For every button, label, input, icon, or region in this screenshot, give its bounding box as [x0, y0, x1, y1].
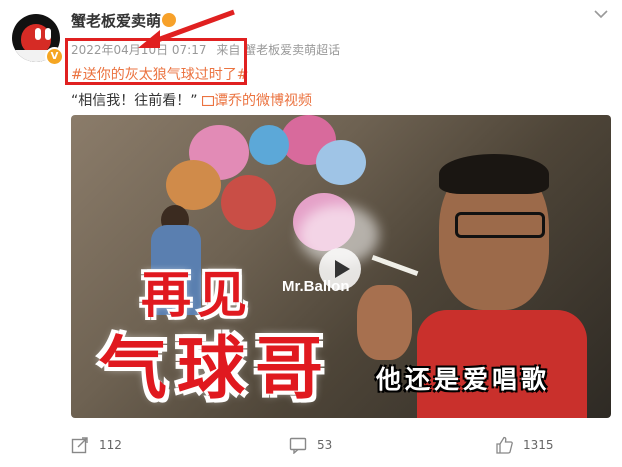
video-caption: 他还是爱唱歌 — [376, 365, 551, 394]
video-player[interactable]: 再见 气球哥 Mr.Ballon 他还是爱唱歌 — [71, 115, 611, 418]
hand — [357, 285, 412, 360]
repost-button[interactable]: 112 — [71, 436, 122, 454]
balloon — [316, 140, 366, 185]
chevron-down-icon[interactable] — [594, 4, 608, 23]
annotation-box — [65, 38, 247, 85]
comment-button[interactable]: 53 — [289, 436, 332, 454]
balloon — [249, 125, 289, 165]
verified-badge-icon: V — [45, 47, 64, 66]
balloon — [221, 175, 276, 230]
video-link-label: 谭乔的微博视频 — [213, 93, 312, 109]
balloon — [166, 160, 221, 210]
video-link[interactable]: 谭乔的微博视频 — [201, 93, 312, 109]
repost-count: 112 — [99, 438, 122, 452]
video-icon — [201, 95, 215, 107]
action-bar: 112 53 1315 — [71, 436, 616, 460]
comment-count: 53 — [317, 438, 333, 452]
post-text: “相信我！往前看！” 谭乔的微博视频 — [71, 90, 312, 110]
comment-icon — [289, 437, 307, 454]
like-button[interactable]: 1315 — [495, 436, 554, 454]
thumbs-up-icon — [496, 436, 513, 454]
video-brand: Mr.Ballon — [282, 278, 350, 295]
share-icon — [71, 437, 88, 454]
post-body: “相信我！往前看！” — [71, 93, 198, 109]
like-count: 1315 — [523, 438, 554, 452]
username[interactable]: 蟹老板爱卖萌 — [71, 10, 161, 31]
video-title-line2: 气球哥 — [99, 329, 334, 409]
cigarette — [371, 254, 419, 277]
vip-badge-icon — [162, 13, 176, 27]
